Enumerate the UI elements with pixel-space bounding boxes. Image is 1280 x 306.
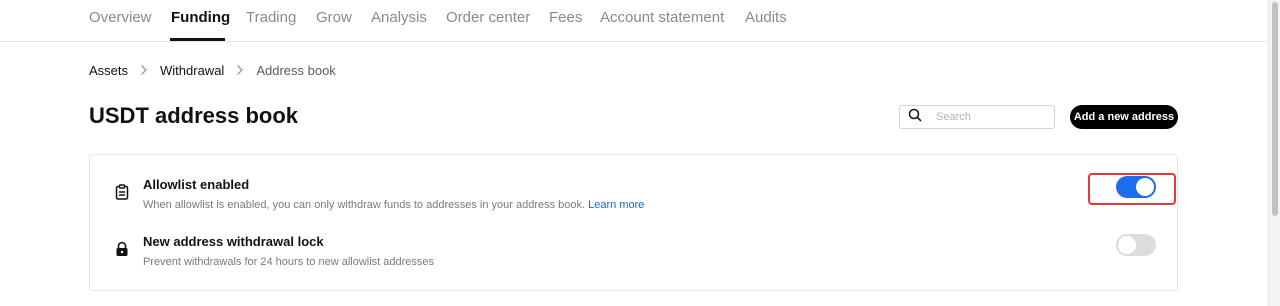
toggle-knob (1118, 236, 1136, 254)
allowlist-toggle[interactable] (1116, 176, 1156, 198)
allowlist-title: Allowlist enabled (143, 177, 250, 192)
breadcrumb-withdrawal[interactable]: Withdrawal (160, 63, 224, 78)
tab-audits[interactable]: Audits (745, 9, 787, 26)
search-input[interactable] (936, 111, 1046, 123)
withdrawal-lock-toggle[interactable] (1116, 234, 1156, 256)
learn-more-link[interactable]: Learn more (588, 199, 644, 211)
tab-overview[interactable]: Overview (89, 9, 152, 26)
tab-trading[interactable]: Trading (246, 9, 296, 26)
tab-order-center[interactable]: Order center (446, 9, 530, 26)
breadcrumb-assets[interactable]: Assets (89, 63, 128, 78)
breadcrumb-address-book: Address book (256, 62, 336, 78)
tab-fees[interactable]: Fees (549, 9, 582, 26)
scrollbar-thumb[interactable] (1272, 2, 1278, 216)
tab-grow[interactable]: Grow (316, 9, 352, 26)
allowlist-settings-card: Allowlist enabled When allowlist is enab… (89, 154, 1178, 291)
withdrawal-lock-title: New address withdrawal lock (143, 234, 324, 249)
active-tab-indicator (170, 38, 225, 41)
chevron-right-icon (136, 62, 152, 78)
add-new-address-button[interactable]: Add a new address (1070, 105, 1178, 129)
search-icon (908, 108, 922, 127)
toggle-knob (1136, 178, 1154, 196)
allowlist-description-text: When allowlist is enabled, you can only … (143, 199, 586, 211)
tab-funding[interactable]: Funding (171, 9, 230, 26)
tab-analysis[interactable]: Analysis (371, 9, 427, 26)
page-title: USDT address book (89, 103, 299, 128)
allowlist-description: When allowlist is enabled, you can only … (143, 199, 644, 211)
clipboard-icon (114, 184, 130, 200)
breadcrumb: Assets Withdrawal Address book (89, 62, 336, 78)
withdrawal-lock-description: Prevent withdrawals for 24 hours to new … (143, 256, 435, 268)
lock-icon (114, 241, 130, 257)
tab-account-statement[interactable]: Account statement (600, 9, 724, 26)
scrollbar[interactable] (1268, 0, 1280, 306)
top-nav: Overview Funding Trading Grow Analysis O… (0, 0, 1268, 42)
chevron-right-icon (232, 62, 248, 78)
search-box[interactable] (899, 105, 1055, 129)
